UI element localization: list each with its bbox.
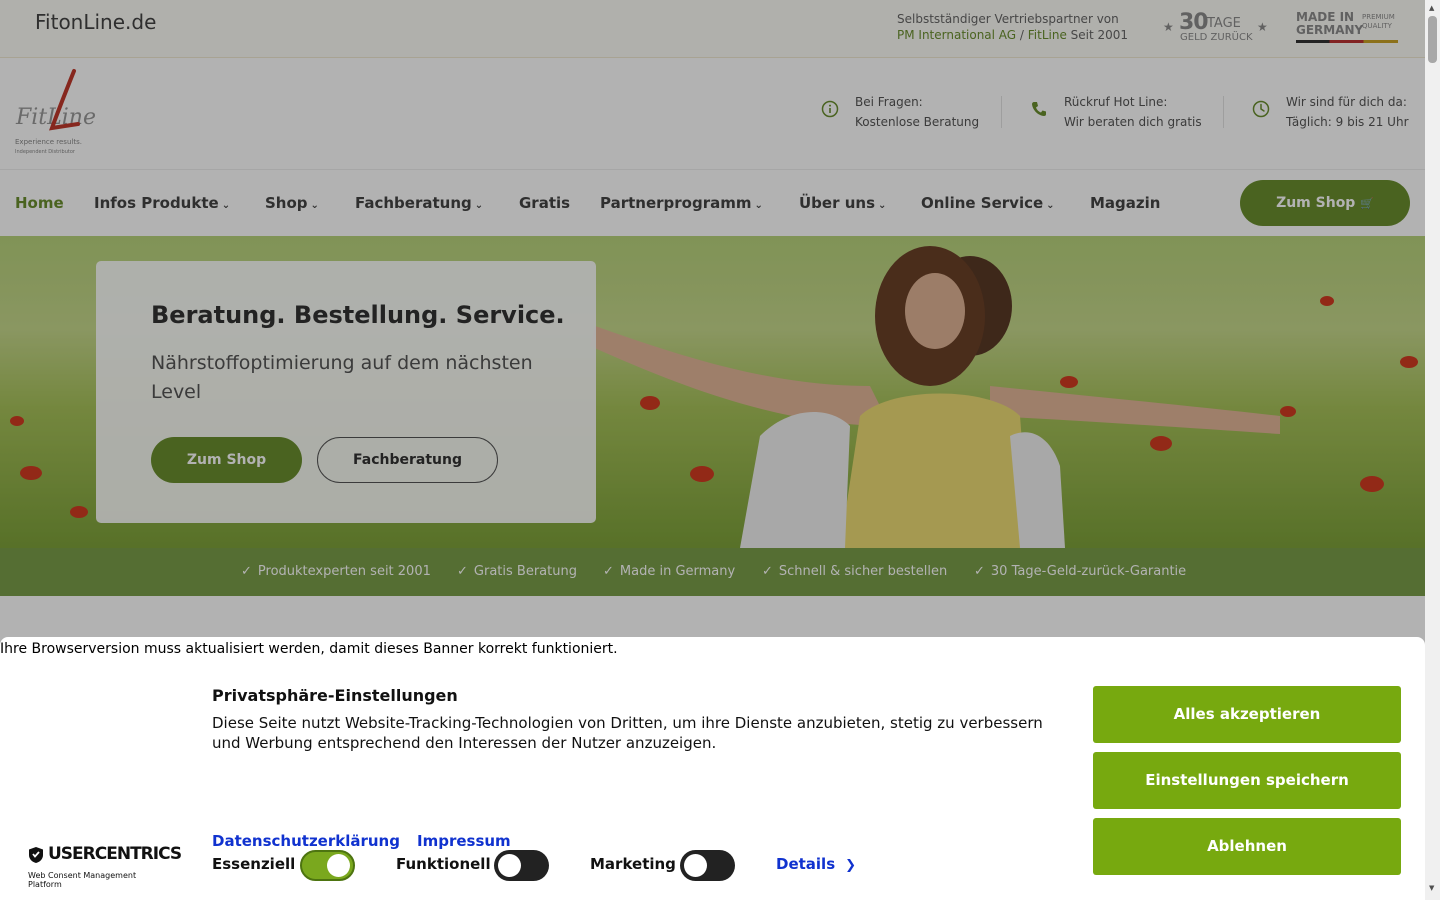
consent-banner: Ihre Browserversion muss aktualisiert we…	[0, 637, 1425, 900]
scrollbar[interactable]: ▲ ▼	[1425, 0, 1440, 900]
scroll-down-arrow-icon[interactable]: ▼	[1429, 884, 1434, 892]
details-link[interactable]: Details ❯	[776, 855, 856, 873]
scrollbar-thumb[interactable]	[1428, 16, 1437, 63]
essential-toggle[interactable]	[300, 850, 355, 881]
toggle-label-marketing: Marketing	[590, 855, 676, 873]
accept-all-button[interactable]: Alles akzeptieren	[1093, 686, 1401, 743]
browser-outdated-notice: Ihre Browserversion muss aktualisiert we…	[0, 641, 618, 657]
privacy-policy-link[interactable]: Datenschutzerklärung	[212, 832, 400, 850]
decline-button[interactable]: Ablehnen	[1093, 818, 1401, 875]
consent-title: Privatsphäre-Einstellungen	[212, 686, 458, 705]
toggle-label-essential: Essenziell	[212, 855, 296, 873]
scroll-up-arrow-icon[interactable]: ▲	[1429, 4, 1434, 12]
functional-toggle[interactable]	[494, 850, 549, 881]
toggle-label-functional: Funktionell	[396, 855, 491, 873]
chevron-right-icon: ❯	[845, 858, 857, 873]
save-settings-button[interactable]: Einstellungen speichern	[1093, 752, 1401, 809]
usercentrics-logo[interactable]: USERCENTRICS Web Consent Management Plat…	[28, 844, 182, 889]
imprint-link[interactable]: Impressum	[417, 832, 511, 850]
shield-icon	[29, 847, 43, 863]
marketing-toggle[interactable]	[680, 850, 735, 881]
consent-description: Diese Seite nutzt Website-Tracking-Techn…	[212, 714, 1043, 752]
